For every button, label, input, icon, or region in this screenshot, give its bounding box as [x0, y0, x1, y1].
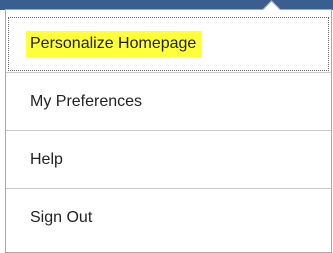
- menu-item-help[interactable]: Help: [6, 131, 331, 189]
- user-menu-dropdown: Personalize Homepage My Preferences Help…: [5, 0, 332, 253]
- menu-item-my-preferences[interactable]: My Preferences: [6, 73, 331, 131]
- menu-item-label: Sign Out: [30, 209, 93, 226]
- menu-item-label: Help: [30, 150, 63, 168]
- screen: Personalize Homepage My Preferences Help…: [0, 0, 333, 253]
- menu-item-label: My Preferences: [30, 92, 143, 110]
- menu-item-personalize-homepage[interactable]: Personalize Homepage: [6, 15, 331, 73]
- menu-list: Personalize Homepage My Preferences Help…: [6, 15, 331, 252]
- menu-item-label: Personalize Homepage: [26, 30, 203, 57]
- menu-item-sign-out[interactable]: Sign Out: [6, 189, 331, 247]
